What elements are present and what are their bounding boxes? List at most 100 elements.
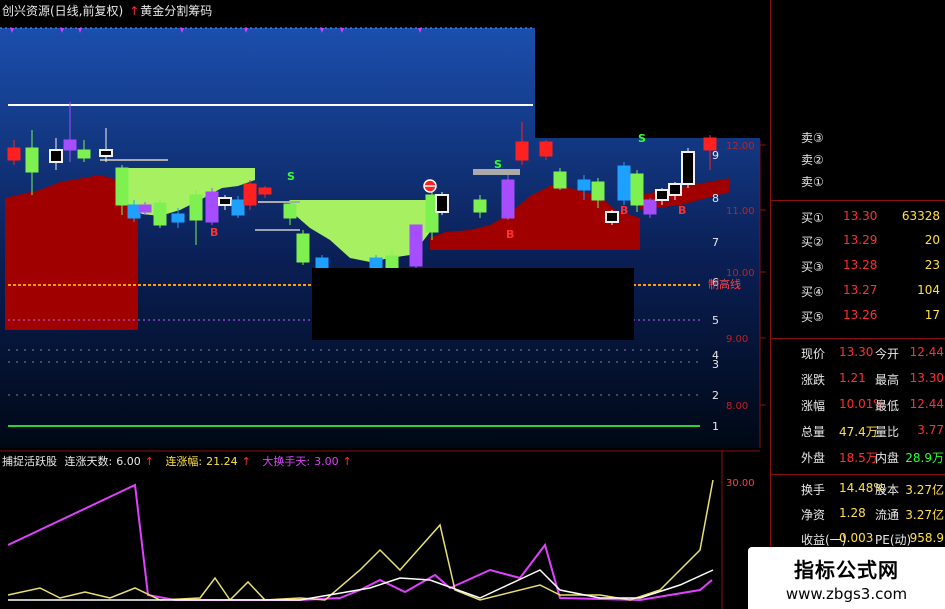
candle-body [591, 181, 605, 201]
quote-panel: 卖③ 卖② 卖① 买① 13.30 63328 买② 13.29 20 买③ 13.28 23 买④ 1… [770, 0, 945, 609]
candle-body [115, 167, 129, 206]
order-buy-row: 买④ 13.27 104 [771, 280, 945, 302]
main-price-chart[interactable]: 98765432112.0011.0010.009.008.00SBSBBSB [0, 0, 770, 448]
quote-label: 涨幅 [801, 399, 826, 413]
candle-body [617, 165, 631, 201]
candle-body [189, 194, 203, 221]
buy-price: 13.29 [843, 233, 878, 247]
buy-volume: 104 [917, 283, 940, 297]
order-buy-row: 买① 13.30 63328 [771, 206, 945, 228]
candle-body [258, 187, 272, 195]
buy-price: 13.30 [843, 209, 878, 223]
trade-signal-label: S [494, 158, 502, 171]
watermark-url: www.zbgs3.com [785, 585, 908, 603]
price-tick-label: 11.00 [726, 206, 755, 217]
trade-signal-label: B [506, 228, 514, 241]
indicator-title[interactable]: 黄金分割筹码 [140, 4, 212, 18]
fib-level-label: 1 [712, 420, 719, 433]
fib-level-label: 8 [712, 192, 719, 205]
indicator-item-1: 连涨幅: 21.24 ↑ [165, 455, 251, 468]
candle-body [577, 179, 591, 191]
candle-body [205, 191, 219, 223]
quote-value: 18.5万 [839, 451, 878, 465]
candle-body [127, 204, 141, 219]
quote-value: 0.003 [839, 531, 874, 545]
quote-label: 净资 [801, 508, 826, 522]
zhigao-line-label: 制高线 [708, 278, 741, 291]
quote-value: 958.9 [909, 531, 944, 545]
candle-body [515, 141, 529, 161]
candle-body [435, 194, 449, 213]
trade-signal-label: S [287, 170, 295, 183]
indicator-name[interactable]: 捕捉活跃股 [2, 455, 57, 468]
sell-label: 卖① [801, 175, 824, 189]
sell-label: 卖③ [801, 131, 824, 145]
quote-value: 12.44 [909, 345, 944, 359]
buy-label: 买⑤ [801, 310, 824, 324]
buy-label: 买① [801, 211, 824, 225]
candle-body [296, 233, 310, 263]
buy-volume: 63328 [901, 209, 940, 223]
quote-label: PE(动) [875, 533, 912, 547]
candle-body [369, 257, 383, 269]
quote-row: 涨跌 1.21 最高 13.30 [771, 368, 945, 390]
candle-body [668, 183, 682, 196]
quote-label: 最高 [875, 373, 900, 387]
quote-label: 总量 [801, 425, 826, 439]
quote-row: 净资 1.28 流通 3.27亿 [771, 503, 945, 525]
candle-body [630, 173, 644, 206]
candle-body [25, 147, 39, 173]
buy-volume: 23 [924, 258, 940, 272]
indicator-axis-tick: 30.00 [726, 478, 755, 489]
quote-value: 47.4万 [839, 425, 878, 439]
trade-signal-label: S [638, 132, 646, 145]
indicator-title-bar: 捕捉活跃股 连涨天数: 6.00 ↑ 连涨幅: 21.24 ↑ 大换手天: 3.00 ↑ [2, 453, 360, 469]
fib-level-label: 5 [712, 314, 719, 327]
chart-title-bar: 创兴资源(日线,前复权) ↑黄金分割筹码 [2, 2, 218, 20]
candle-body [7, 147, 21, 161]
quote-label: 今开 [875, 347, 900, 361]
quote-row: 涨幅 10.01% 最低 12.44 [771, 394, 945, 416]
quote-label: 涨跌 [801, 373, 826, 387]
buy-label: 买④ [801, 285, 824, 299]
buy-volume: 17 [924, 308, 940, 322]
price-tick-label: 8.00 [726, 401, 748, 412]
trade-signal-label: B [678, 204, 686, 217]
indicator-chart[interactable] [0, 450, 760, 609]
price-tick-label: 12.00 [726, 141, 755, 152]
watermark-badge: 指标公式网 www.zbgs3.com [748, 547, 945, 609]
order-buy-row: 买② 13.29 20 [771, 230, 945, 252]
stock-title[interactable]: 创兴资源(日线,前复权) [2, 4, 123, 18]
trade-signal-label: B [210, 226, 218, 239]
quote-value: 3.27亿 [905, 483, 944, 497]
price-tick-label: 9.00 [726, 334, 748, 345]
candle-body [231, 199, 245, 216]
candle-body [409, 224, 423, 267]
order-buy-row: 买⑤ 13.26 17 [771, 305, 945, 327]
buy-price: 13.26 [843, 308, 878, 322]
order-sell-row: 卖② [771, 148, 945, 170]
candle-body [605, 211, 619, 223]
order-buy-row: 买③ 13.28 23 [771, 255, 945, 277]
quote-row: 换手 14.48% 股本 3.27亿 [771, 478, 945, 500]
hidden-region [312, 268, 634, 340]
buy-volume: 20 [924, 233, 940, 247]
candle-body [243, 183, 257, 206]
quote-label: 现价 [801, 347, 826, 361]
quote-value: 12.44 [909, 397, 944, 411]
quote-label: 换手 [801, 483, 826, 497]
quote-row: 现价 13.30 今开 12.44 [771, 342, 945, 364]
buy-price: 13.28 [843, 258, 878, 272]
candle-body [643, 199, 657, 215]
candle-body [681, 151, 695, 185]
candle-body [385, 255, 399, 269]
candle-body [283, 203, 297, 219]
sell-label: 卖② [801, 153, 824, 167]
buy-price: 13.27 [843, 283, 878, 297]
indicator-arrow-icon: ↑ [129, 4, 140, 18]
candle-body [49, 149, 63, 163]
indicator-item-2: 大换手天: 3.00 ↑ [262, 455, 352, 468]
indicator-item-0: 连涨天数: 6.00 ↑ [64, 455, 154, 468]
fib-level-label: 7 [712, 236, 719, 249]
quote-value: 28.9万 [905, 451, 944, 465]
